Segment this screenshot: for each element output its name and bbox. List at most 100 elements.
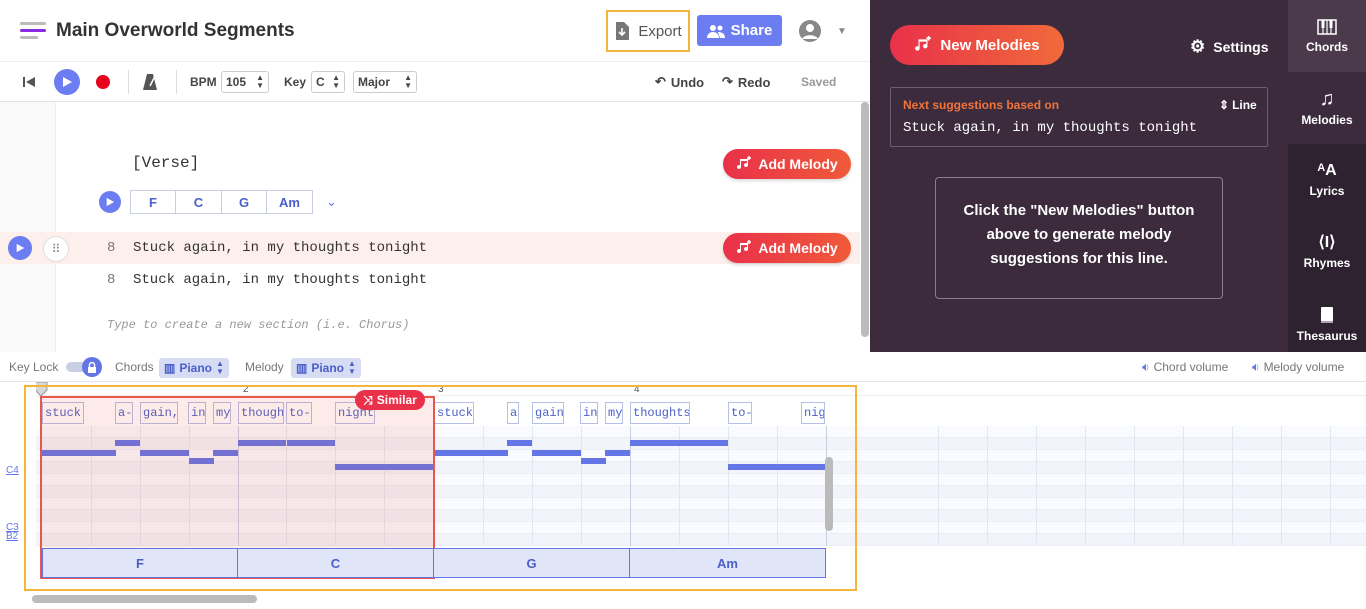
add-melody-label: Add Melody [758,240,838,256]
suggestion-header: Next suggestions based on [903,98,1060,112]
tab-lyrics[interactable]: ᴬA Lyrics [1288,144,1366,216]
lyric-line-text[interactable]: Stuck again, in my thoughts tonight [133,272,427,288]
music-add-icon [737,156,752,170]
piano-roll[interactable]: 2 3 4 C4 C3 B2 stuck a-gain, in my though to-… [0,382,1366,609]
line-play-button[interactable] [8,236,32,260]
lyric-line[interactable]: 8 Stuck again, in my thoughts tonight [0,264,860,296]
volume-icon: 🔉︎ [1142,360,1150,374]
export-button[interactable]: Export [606,10,690,52]
grid-line [1281,426,1282,546]
tab-melodies[interactable]: ♫ Melodies [1288,72,1366,144]
roll-horizontal-scrollbar[interactable] [32,595,257,603]
tab-label: Lyrics [1309,183,1345,198]
melody-volume-label: Melody volume [1263,360,1345,374]
roll-vertical-scrollbar[interactable] [825,457,833,531]
chevron-down-icon[interactable]: ⌄ [326,194,337,210]
tab-chords[interactable]: Chords [1288,0,1366,72]
music-note-icon: ♫ [1319,87,1335,110]
chord-chip[interactable]: Am [266,190,313,214]
bpm-value: 105 [226,75,247,89]
scope-select[interactable]: ⇕ Line [1219,98,1257,112]
page-title[interactable]: Main Overworld Segments [56,20,295,42]
play-button[interactable] [54,69,80,95]
music-add-icon [737,240,752,254]
section-play-button[interactable] [99,191,121,213]
grid-line [1232,426,1233,546]
text-size-icon: ᴬA [1317,161,1337,179]
chord-chip[interactable]: F [130,190,176,214]
key-label: C4 [6,465,19,476]
key-lock-toggle[interactable] [66,357,102,377]
undo-icon: ↶ [655,74,666,89]
bpm-stepper[interactable]: 105 ▲ ▼ [221,71,269,93]
chords-instrument-select[interactable]: ▥ Piano ▲ ▼ [159,358,229,378]
editor-scrollbar[interactable] [861,102,869,337]
grid-line [1330,426,1331,546]
chord-volume-control[interactable]: 🔉︎ Chord volume [1142,360,1228,375]
grid-line [1085,426,1086,546]
redo-label: Redo [737,74,771,90]
new-melodies-button[interactable]: New Melodies [890,25,1064,65]
chord-volume-label: Chord volume [1153,360,1229,374]
stepper-icon: ▲ ▼ [256,73,264,90]
book-icon [1321,306,1333,323]
stepper-icon: ▲ ▼ [332,73,340,90]
share-button[interactable]: Share [697,15,782,46]
key-label: Key [284,75,307,89]
rhymes-icon: ⟨I⟩ [1318,233,1336,251]
people-icon [706,24,725,38]
chord-chip[interactable]: C [175,190,222,214]
chevron-down-icon[interactable]: ▼ [837,26,847,37]
mode-value: Major [358,75,391,89]
new-section-input[interactable]: Type to create a new section (i.e. Choru… [107,318,409,332]
key-label: B2 [6,531,19,542]
tab-thesaurus[interactable]: Thesaurus [1288,288,1366,360]
stepper-icon: ▲ ▼ [348,359,356,376]
bpm-label: BPM [190,75,217,89]
lock-icon [82,357,102,377]
key-select[interactable]: C ▲ ▼ [311,71,345,93]
syllable-count: 8 [107,240,116,256]
undo-button[interactable]: ↶ Undo [655,62,704,102]
saved-status: Saved [801,75,837,89]
redo-button[interactable]: ↷ Redo [722,62,770,102]
melody-instrument-select[interactable]: ▥ Piano ▲ ▼ [291,358,361,378]
metronome-icon[interactable] [142,62,158,102]
skip-back-icon[interactable] [22,62,36,102]
avatar[interactable] [799,20,821,42]
tool-sidebar: Chords ♫ Melodies ᴬA Lyrics ⟨I⟩ Rhymes T… [1288,0,1366,352]
piano-icon [1317,18,1337,35]
key-lock-label: Key Lock [9,360,59,374]
grid-line [1183,426,1184,546]
mixer-bar: Key Lock Chords ▥ Piano ▲ ▼ Melody ▥ Piano ▲ ▼… [0,352,1366,382]
menu-icon[interactable] [20,22,46,40]
instrument-label: Piano [311,361,345,375]
mode-select[interactable]: Major ▲ ▼ [353,71,417,93]
share-label: Share [730,22,773,39]
piano-icon: ▥ [296,361,308,375]
grid-line [987,426,988,546]
tab-rhymes[interactable]: ⟨I⟩ Rhymes [1288,216,1366,288]
settings-button[interactable]: ⚙ Settings [1190,37,1268,57]
sort-icon: ⇕ [1219,98,1230,112]
suggestion-line: Stuck again, in my thoughts tonight [903,120,1198,136]
download-icon [616,22,630,40]
syllable-count: 8 [107,272,116,288]
grid-line [938,426,939,546]
gear-icon: ⚙ [1190,37,1206,56]
lyric-line-text[interactable]: Stuck again, in my thoughts tonight [133,240,427,256]
drag-handle-icon[interactable]: ⠿ [43,236,69,262]
play-icon [106,197,115,207]
add-melody-label: Add Melody [758,156,838,172]
transport-toolbar: BPM 105 ▲ ▼ Key C ▲ ▼ Major ▲ ▼ ↶ Undo ↷ Redo Sa… [0,62,870,102]
add-melody-button[interactable]: Add Melody [723,233,851,263]
settings-label: Settings [1213,39,1269,55]
chord-chip[interactable]: G [221,190,267,214]
suggestion-context: Next suggestions based on ⇕ Line Stuck ag… [890,87,1268,147]
record-button[interactable] [96,75,110,89]
tab-label: Chords [1306,39,1348,54]
section-label[interactable]: [Verse] [132,154,199,172]
melody-volume-control[interactable]: 🔉︎ Melody volume [1252,360,1344,375]
new-melodies-label: New Melodies [940,36,1040,54]
add-melody-button[interactable]: Add Melody [723,149,851,179]
